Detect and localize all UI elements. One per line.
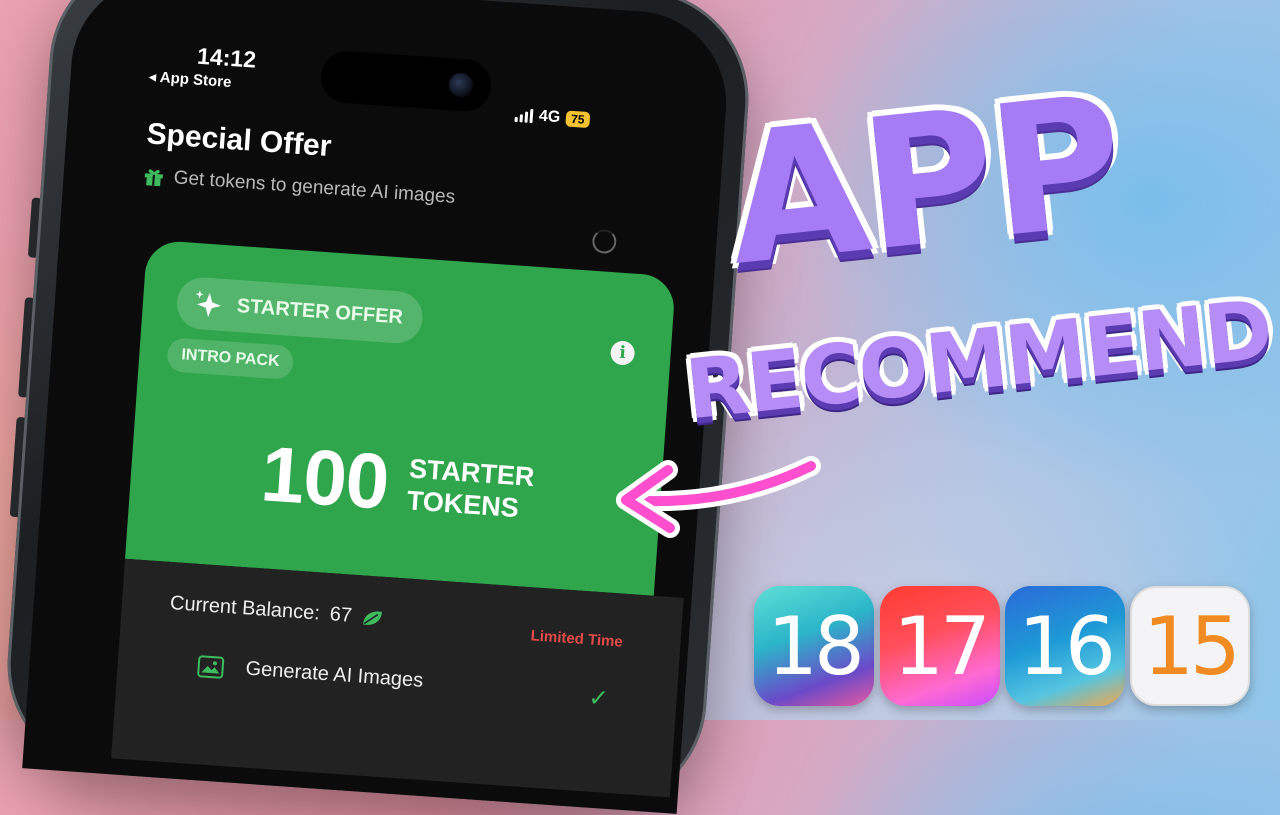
ios-16-badge: 16 <box>1005 586 1125 706</box>
info-icon[interactable]: i <box>609 340 636 366</box>
check-icon: ✓ <box>587 684 610 713</box>
phone-mockup: 14:12 ◂ App Store 4G 75 Special Offer Ge… <box>0 0 756 815</box>
loading-spinner-icon <box>591 228 618 255</box>
phone-screen: 14:12 ◂ App Store 4G 75 Special Offer Ge… <box>22 0 733 814</box>
ios-15-badge: 15 <box>1130 586 1250 706</box>
headline-app: APP <box>718 57 1129 306</box>
battery-icon: 75 <box>565 110 591 129</box>
status-time: 14:12 <box>196 42 257 73</box>
ios-18-badge: 18 <box>754 586 874 706</box>
leaf-icon <box>363 611 383 625</box>
camera-lens <box>448 72 474 98</box>
feature-label: Generate AI Images <box>244 657 424 692</box>
starter-offer-label: STARTER OFFER <box>236 294 404 329</box>
image-icon <box>197 654 225 679</box>
page-title: Special Offer <box>145 117 333 164</box>
feature-generate-ai-images: Generate AI Images <box>197 654 424 693</box>
starter-offer-badge: STARTER OFFER <box>175 275 425 345</box>
status-indicators: 4G 75 <box>514 106 591 129</box>
token-amount: 100 STARTER TOKENS <box>258 428 536 538</box>
limited-time-label: Limited Time <box>530 627 624 651</box>
token-label: STARTER TOKENS <box>406 452 536 525</box>
dynamic-island <box>319 49 493 114</box>
signal-icon <box>514 108 534 124</box>
page-subtitle: Get tokens to generate AI images <box>143 165 456 209</box>
offer-details: Current Balance: 67 Limited Time Generat… <box>111 558 684 798</box>
arrow-icon <box>616 456 821 538</box>
subtitle-text: Get tokens to generate AI images <box>173 167 456 208</box>
intro-pack-tag: INTRO PACK <box>166 337 295 381</box>
token-label-line2: TOKENS <box>405 484 520 523</box>
balance-value: 67 <box>328 603 353 627</box>
current-balance: Current Balance: 67 <box>169 592 384 630</box>
headline-recommend: RECOMMEND <box>681 282 1276 439</box>
token-count: 100 <box>258 429 392 526</box>
network-label: 4G <box>538 107 561 127</box>
sparkle-icon <box>195 290 221 317</box>
ios-17-badge: 17 <box>880 586 1000 706</box>
starter-offer-card[interactable]: STARTER OFFER INTRO PACK i 100 STARTER T… <box>125 239 677 596</box>
gift-icon <box>144 169 163 187</box>
balance-label: Current Balance: <box>169 592 321 625</box>
